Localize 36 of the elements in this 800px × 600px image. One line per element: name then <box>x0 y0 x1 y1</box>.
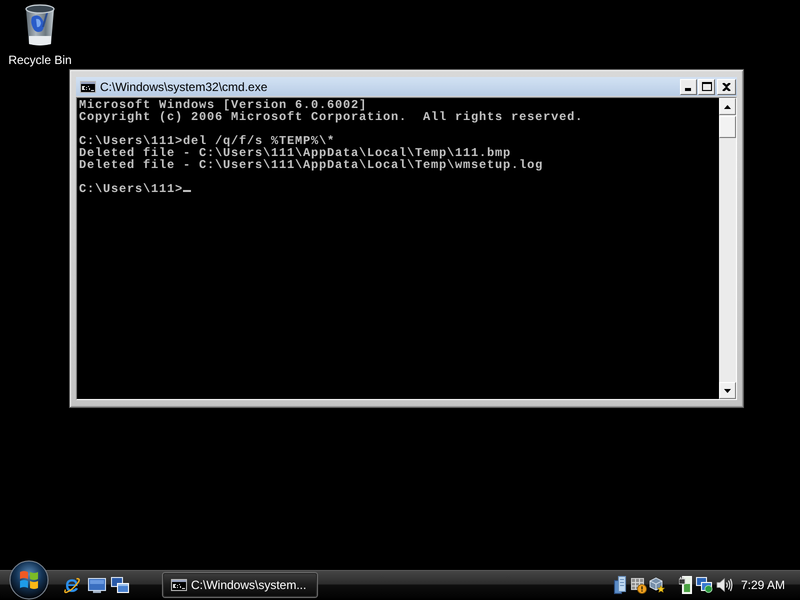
network-icon[interactable] <box>696 577 713 593</box>
console-line: Deleted file - C:\Users\111\AppData\Local\Temp\wmsetup.log <box>79 158 544 172</box>
power-plug-icon[interactable] <box>678 576 692 594</box>
taskbar-button[interactable]: C:\Windows\system... <box>162 572 318 598</box>
document-stack-icon[interactable] <box>614 576 626 594</box>
minimize-button[interactable] <box>680 78 697 94</box>
console-icon <box>171 579 187 591</box>
clock[interactable]: 7:29 AM <box>740 578 785 592</box>
scrollbar[interactable] <box>719 98 736 399</box>
maximize-button[interactable] <box>698 78 715 94</box>
start-button[interactable] <box>9 560 49 600</box>
close-icon <box>722 82 731 90</box>
scroll-up-button[interactable] <box>719 98 736 115</box>
maximize-icon <box>702 82 712 91</box>
calendar-warning-icon[interactable] <box>630 576 647 594</box>
cube-star-icon[interactable] <box>648 577 665 593</box>
close-button[interactable] <box>717 78 736 94</box>
up-arrow-icon <box>724 104 731 108</box>
console-line: C:\Users\111> <box>79 182 184 196</box>
window-title: C:\Windows\system32\cmd.exe <box>100 80 268 94</box>
scroll-down-button[interactable] <box>719 382 736 399</box>
scrollbar-thumb[interactable] <box>719 116 736 138</box>
stacked-windows-icon[interactable] <box>111 577 129 593</box>
console-icon <box>80 80 96 92</box>
desktop-icon-label[interactable]: Recycle Bin <box>8 53 72 67</box>
speaker-icon[interactable] <box>716 577 733 593</box>
browser-icon[interactable] <box>63 576 81 594</box>
desktop-icon[interactable] <box>88 577 106 593</box>
console-area[interactable] <box>77 98 719 399</box>
down-arrow-icon <box>724 388 731 392</box>
title-bar[interactable]: C:\Windows\system32\cmd.exe <box>76 77 737 96</box>
console-line: Deleted file - C:\Users\111\AppData\Local\Temp\111.bmp <box>79 146 512 160</box>
console-line: C:\Users\111>del /q/f/s %TEMP%\* <box>79 134 336 148</box>
console-line: Copyright (c) 2006 Microsoft Corporation. All rights reserved. <box>79 110 584 124</box>
console-line: Microsoft Windows [Version 6.0.6002] <box>79 98 368 112</box>
flag-icon <box>20 571 38 589</box>
